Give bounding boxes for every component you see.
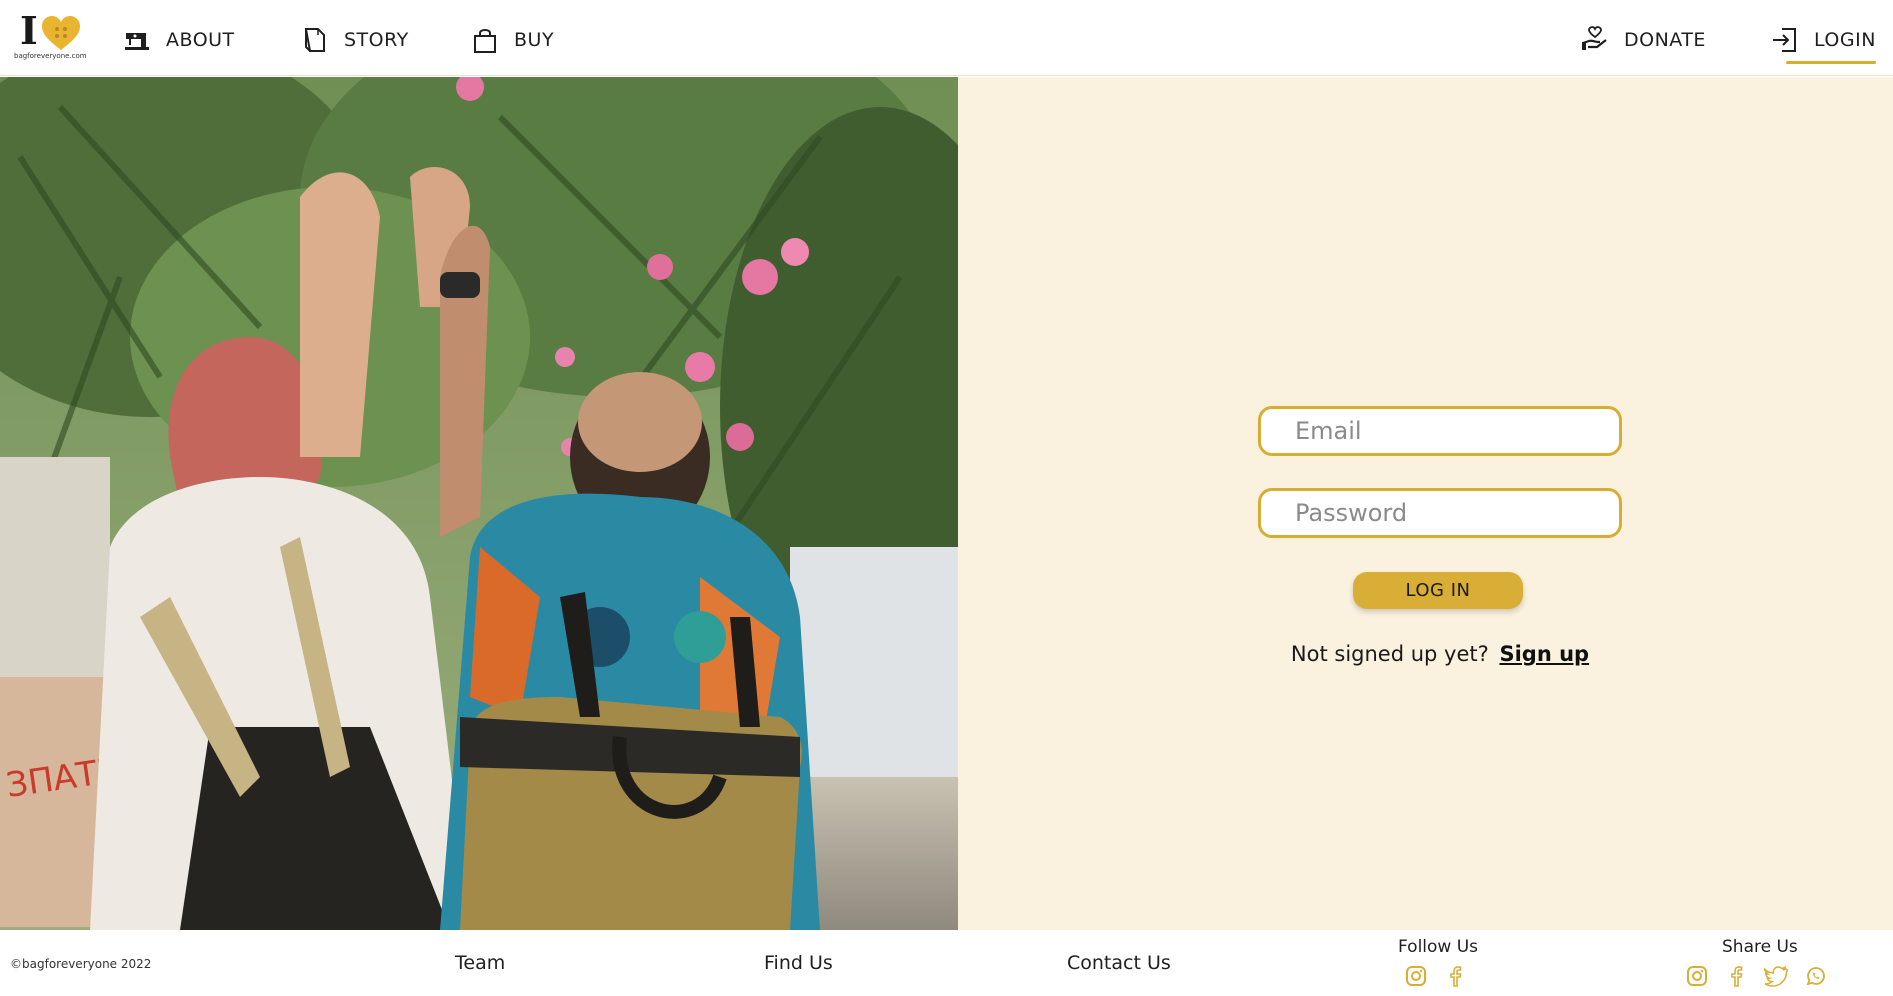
email-input[interactable]	[1261, 409, 1619, 453]
sewing-machine-icon	[122, 25, 152, 55]
active-nav-indicator	[1786, 61, 1876, 64]
signup-link[interactable]: Sign up	[1499, 642, 1589, 666]
footer-link-contact-us[interactable]: Contact Us	[1067, 952, 1171, 974]
nav-donate-label: DONATE	[1624, 29, 1706, 51]
follow-us-heading: Follow Us	[1398, 937, 1479, 957]
heart-logo-icon	[42, 16, 80, 50]
share-whatsapp-icon[interactable]	[1804, 964, 1828, 988]
logo-site-name: bagforeveryone.com	[14, 52, 87, 60]
log-in-button[interactable]: LOG IN	[1353, 572, 1523, 609]
footer-link-find-us[interactable]: Find Us	[764, 952, 833, 974]
signup-prompt-text: Not signed up yet?	[1290, 642, 1489, 666]
nav-login-label: LOGIN	[1814, 29, 1876, 51]
email-field[interactable]	[1258, 406, 1622, 456]
share-twitter-icon[interactable]	[1762, 964, 1789, 988]
nav-about[interactable]: ABOUT	[122, 20, 235, 60]
login-panel: LOG IN Not signed up yet? Sign up	[958, 77, 1893, 930]
signup-prompt-line: Not signed up yet? Sign up	[1208, 642, 1672, 666]
password-input[interactable]	[1261, 491, 1619, 535]
donate-hand-heart-icon	[1580, 25, 1610, 55]
shopping-bag-icon	[470, 25, 500, 55]
logo-letter: I	[20, 8, 38, 53]
book-icon	[300, 25, 330, 55]
follow-instagram-icon[interactable]	[1404, 964, 1428, 988]
share-us-heading: Share Us	[1722, 937, 1798, 957]
nav-donate[interactable]: DONATE	[1580, 20, 1706, 60]
follow-facebook-icon[interactable]	[1444, 964, 1468, 988]
share-instagram-icon[interactable]	[1685, 964, 1709, 988]
hero-photo: ЗΠΑΤΕΙ	[0, 77, 958, 930]
nav-buy[interactable]: BUY	[470, 20, 554, 60]
site-footer: ©bagforeveryone 2022 Team Find Us Contac…	[0, 930, 1893, 996]
site-header: I bagforeveryone.com ABOUT STORY BUY DON…	[0, 0, 1893, 76]
hero-photo-illustration: ЗΠΑΤΕΙ	[0, 77, 958, 930]
copyright-text: ©bagforeveryone 2022	[10, 957, 152, 971]
nav-story[interactable]: STORY	[300, 20, 409, 60]
site-logo[interactable]: I bagforeveryone.com	[14, 8, 87, 62]
footer-link-team[interactable]: Team	[455, 952, 505, 974]
nav-login[interactable]: LOGIN	[1770, 20, 1876, 60]
share-facebook-icon[interactable]	[1725, 964, 1749, 988]
password-field[interactable]	[1258, 488, 1622, 538]
login-arrow-icon	[1770, 25, 1800, 55]
nav-story-label: STORY	[344, 29, 409, 51]
nav-buy-label: BUY	[514, 29, 555, 51]
nav-about-label: ABOUT	[166, 29, 235, 51]
